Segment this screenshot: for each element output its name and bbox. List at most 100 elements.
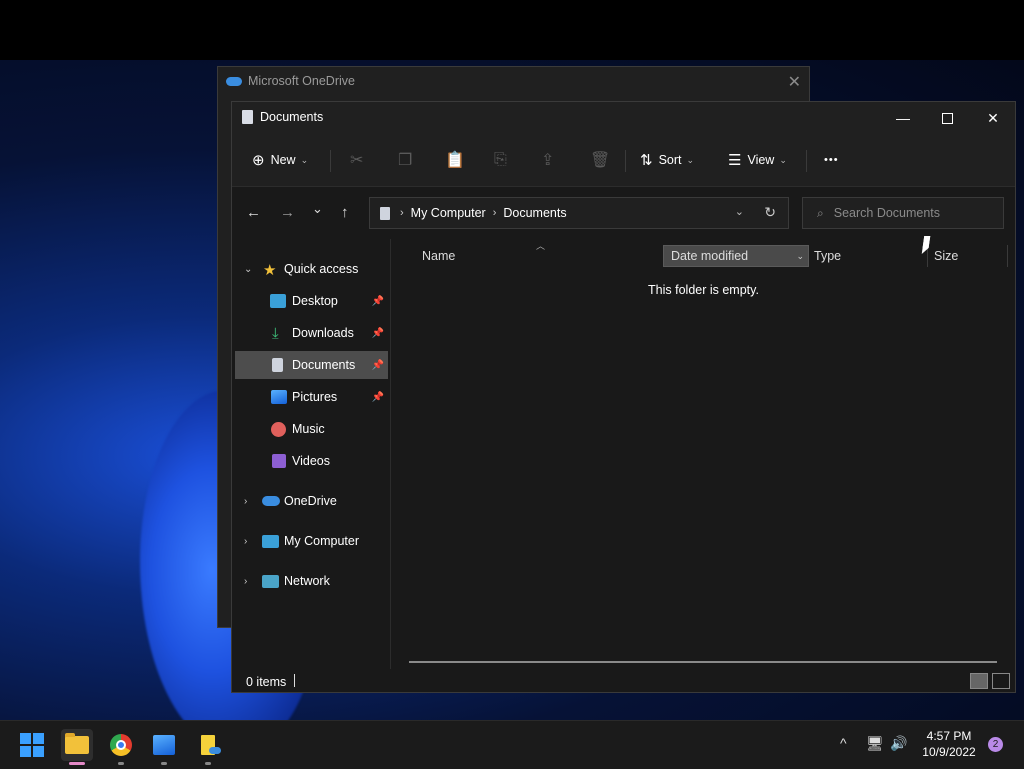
large-icons-view-button[interactable] bbox=[992, 673, 1010, 689]
column-divider[interactable] bbox=[1007, 245, 1008, 267]
sidebar-item-downloads[interactable]: ⤓ Downloads 📌 bbox=[235, 319, 388, 347]
navigation-bar: ← → ⌄ ↑ › My Computer › Documents ⌄ ↻ ⌕ … bbox=[232, 187, 1015, 239]
desktop-icon bbox=[270, 294, 286, 308]
sidebar-label: OneDrive bbox=[284, 494, 337, 508]
cut-button[interactable]: ✂ bbox=[350, 148, 363, 172]
taskbar-onedrive-notes[interactable] bbox=[192, 729, 224, 765]
paste-button[interactable]: 📋 bbox=[445, 148, 465, 172]
breadcrumb-my-computer[interactable]: My Computer bbox=[411, 206, 486, 220]
forward-button[interactable]: → bbox=[280, 204, 295, 221]
chevron-right-icon: › bbox=[400, 207, 404, 219]
chevron-down-icon: ⌄ bbox=[300, 154, 309, 165]
more-options-button[interactable]: ••• bbox=[824, 148, 839, 172]
details-view-button[interactable] bbox=[970, 673, 988, 689]
taskbar-chrome[interactable] bbox=[105, 729, 137, 765]
onedrive-app-icon bbox=[201, 735, 221, 755]
delete-icon: 🗑 bbox=[590, 152, 611, 169]
sidebar-item-pictures[interactable]: Pictures 📌 bbox=[235, 383, 388, 411]
sidebar-label: Quick access bbox=[284, 262, 359, 276]
column-name[interactable]: Name bbox=[422, 245, 455, 267]
volume-icon[interactable]: 🔊 bbox=[890, 735, 907, 752]
taskbar: ^ 🖥 🔊 4:57 PM 10/9/2022 2 bbox=[0, 720, 1024, 769]
clock[interactable]: 4:57 PM 10/9/2022 bbox=[916, 728, 982, 760]
column-date-modified[interactable]: Date modified ⌄ bbox=[663, 245, 809, 267]
clock-time: 4:57 PM bbox=[926, 729, 972, 743]
column-size[interactable]: Size bbox=[934, 245, 958, 267]
running-indicator bbox=[118, 762, 124, 765]
share-button[interactable]: ⇪ bbox=[541, 148, 554, 172]
breadcrumb-documents[interactable]: Documents bbox=[503, 206, 566, 220]
sidebar-item-documents[interactable]: Documents 📌 bbox=[235, 351, 388, 379]
cloud-icon bbox=[262, 496, 280, 506]
sort-icon: ⇅ bbox=[640, 152, 653, 169]
chrome-icon bbox=[110, 734, 132, 756]
sidebar-item-quick-access[interactable]: ⌄ ★ Quick access bbox=[235, 255, 388, 283]
rename-icon: ⎘ bbox=[494, 151, 507, 168]
sidebar-item-videos[interactable]: Videos bbox=[235, 447, 388, 475]
network-icon bbox=[262, 574, 279, 588]
taskbar-photos[interactable] bbox=[148, 729, 180, 765]
maximize-icon bbox=[941, 112, 953, 124]
taskbar-file-explorer[interactable] bbox=[61, 729, 93, 765]
star-icon: ★ bbox=[263, 262, 277, 279]
command-bar: ⊕ New ⌄ ✂ ❐ 📋 ⎘ ⇪ 🗑 ⇅ Sort ⌄ ☰ View ⌄ ••… bbox=[232, 134, 1015, 187]
sidebar-item-onedrive[interactable]: › OneDrive bbox=[235, 487, 388, 515]
up-button[interactable]: ↑ bbox=[341, 204, 349, 221]
maximize-button[interactable] bbox=[924, 102, 970, 134]
close-button[interactable]: ✕ bbox=[970, 102, 1016, 134]
show-hidden-icons-chevron-icon[interactable]: ^ bbox=[840, 735, 847, 751]
copy-button[interactable]: ❐ bbox=[398, 148, 412, 172]
new-button[interactable]: ⊕ New ⌄ bbox=[252, 148, 308, 172]
refresh-icon[interactable]: ↻ bbox=[764, 204, 776, 221]
back-button[interactable]: ← bbox=[246, 204, 261, 221]
running-indicator bbox=[161, 762, 167, 765]
sidebar-label: Music bbox=[292, 422, 325, 436]
start-button[interactable] bbox=[16, 729, 48, 761]
pin-icon[interactable]: 📌 bbox=[372, 392, 384, 403]
status-bar: 0 items bbox=[232, 670, 1015, 694]
sidebar-item-network[interactable]: › Network bbox=[235, 567, 388, 595]
sidebar-label: Network bbox=[284, 574, 330, 588]
column-date-label: Date modified bbox=[671, 249, 749, 263]
toolbar-divider bbox=[806, 150, 807, 172]
pin-icon[interactable]: 📌 bbox=[372, 296, 384, 307]
running-indicator bbox=[205, 762, 211, 765]
network-status-icon[interactable]: 🖥 bbox=[866, 735, 884, 752]
onedrive-title: Microsoft OneDrive bbox=[248, 74, 355, 88]
status-divider bbox=[294, 674, 295, 687]
pin-icon[interactable]: 📌 bbox=[372, 328, 384, 339]
documents-icon bbox=[272, 358, 283, 372]
toolbar-divider bbox=[625, 150, 626, 172]
column-type[interactable]: Type bbox=[814, 245, 841, 267]
sidebar-item-music[interactable]: Music bbox=[235, 415, 388, 443]
address-dropdown-icon[interactable]: ⌄ bbox=[735, 205, 744, 218]
search-placeholder: Search Documents bbox=[833, 206, 941, 220]
address-bar[interactable]: › My Computer › Documents ⌄ ↻ bbox=[369, 197, 789, 229]
documents-icon bbox=[242, 110, 253, 124]
copy-icon: ❐ bbox=[398, 152, 413, 169]
minimize-button[interactable]: — bbox=[880, 102, 926, 134]
chevron-right-icon: › bbox=[244, 495, 248, 507]
delete-button[interactable]: 🗑 bbox=[590, 148, 610, 172]
recent-locations-button[interactable]: ⌄ bbox=[312, 201, 323, 217]
toolbar-divider bbox=[330, 150, 331, 172]
plus-circle-icon: ⊕ bbox=[252, 152, 265, 169]
onedrive-close-button[interactable]: ✕ bbox=[788, 72, 801, 92]
running-indicator bbox=[69, 762, 85, 765]
chevron-down-icon: ⌄ bbox=[796, 250, 804, 261]
search-input[interactable]: ⌕ Search Documents bbox=[802, 197, 1004, 229]
pin-icon[interactable]: 📌 bbox=[372, 360, 384, 371]
chevron-down-icon: ⌄ bbox=[244, 263, 253, 275]
sort-button[interactable]: ⇅ Sort ⌄ bbox=[640, 148, 694, 172]
sidebar-item-my-computer[interactable]: › My Computer bbox=[235, 527, 388, 555]
view-label: View bbox=[747, 153, 775, 167]
notification-badge[interactable]: 2 bbox=[988, 737, 1003, 752]
sidebar-label: Pictures bbox=[292, 390, 338, 404]
horizontal-scrollbar[interactable] bbox=[409, 661, 997, 663]
sidebar-label: My Computer bbox=[284, 534, 360, 548]
rename-button[interactable]: ⎘ bbox=[494, 148, 507, 172]
sidebar-item-desktop[interactable]: Desktop 📌 bbox=[235, 287, 388, 315]
view-button[interactable]: ☰ View ⌄ bbox=[728, 148, 787, 172]
onedrive-titlebar: Microsoft OneDrive bbox=[218, 67, 809, 95]
photos-icon bbox=[153, 735, 175, 755]
